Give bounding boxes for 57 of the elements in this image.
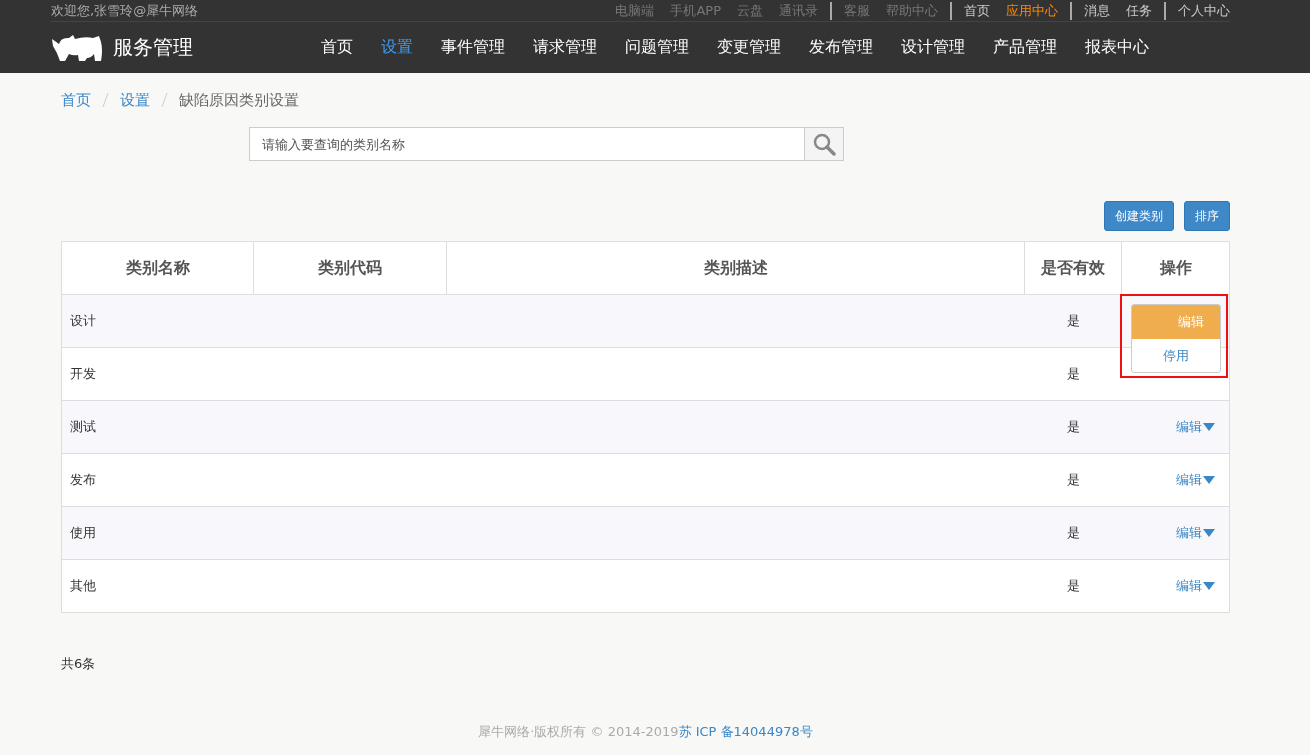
breadcrumb-current: 缺陷原因类别设置 — [179, 90, 299, 110]
top-link[interactable]: 首页 — [964, 1, 990, 20]
table-cell: 是 — [1024, 400, 1122, 454]
breadcrumb-link[interactable]: 设置 — [120, 90, 150, 110]
table-cell: 使用 — [61, 506, 254, 560]
nav-tab[interactable]: 发布管理 — [795, 37, 887, 58]
action-button[interactable]: 排序 — [1184, 201, 1230, 231]
table-cell: 其他 — [61, 559, 254, 613]
nav-tab[interactable]: 变更管理 — [703, 37, 795, 58]
breadcrumb-link[interactable]: 首页 — [61, 90, 91, 110]
nav-tab[interactable]: 首页 — [307, 37, 367, 58]
edit-dropdown-link[interactable]: 编辑 — [1176, 524, 1215, 542]
top-link[interactable]: 电脑端 — [615, 1, 655, 20]
copyright-text: 犀牛网络·版权所有 © 2014-2019 — [478, 724, 679, 739]
table-cell: 设计 — [61, 294, 254, 348]
caret-icon — [1203, 423, 1215, 431]
nav-tab[interactable]: 设计管理 — [887, 37, 979, 58]
top-link[interactable]: 消息 — [1084, 1, 1110, 20]
nav-tab[interactable]: 请求管理 — [519, 37, 611, 58]
table-cell: 测试 — [61, 400, 254, 454]
top-link[interactable]: 个人中心 — [1178, 1, 1230, 20]
table-cell: 是 — [1024, 506, 1122, 560]
edit-dropdown-link[interactable]: 编辑 — [1176, 471, 1215, 489]
menu-item[interactable]: 停用 — [1131, 339, 1220, 372]
welcome-text: 欢迎您,张雪玲@犀牛网络 — [51, 1, 199, 20]
column-header: 是否有效 — [1024, 241, 1122, 295]
rhino-logo-icon — [51, 33, 103, 62]
caret-icon — [1203, 476, 1215, 484]
column-header: 类别代码 — [253, 241, 447, 295]
nav-tab[interactable]: 报表中心 — [1071, 37, 1163, 58]
edit-dropdown-link[interactable]: 编辑 — [1176, 577, 1215, 595]
column-header: 类别描述 — [446, 241, 1025, 295]
table-cell: 是 — [1024, 559, 1122, 613]
search-button[interactable] — [805, 127, 844, 161]
edit-dropdown-link[interactable]: 编辑 — [1176, 418, 1215, 436]
brand-name: 服务管理 — [113, 34, 193, 61]
top-link[interactable]: 云盘 — [737, 1, 763, 20]
icp-link[interactable]: 苏 ICP 备14044978号 — [678, 724, 813, 739]
nav-tab[interactable]: 产品管理 — [979, 37, 1071, 58]
top-link[interactable]: 通讯录 — [779, 1, 818, 20]
caret-icon — [1203, 582, 1215, 590]
action-button[interactable]: 创建类别 — [1104, 201, 1174, 231]
nav-tab[interactable]: 事件管理 — [427, 37, 519, 58]
search-field[interactable]: 请输入要查询的类别名称 — [249, 127, 805, 161]
top-link[interactable]: 手机APP — [670, 1, 721, 20]
caret-icon — [1203, 529, 1215, 537]
column-header: 类别名称 — [61, 241, 254, 295]
nav-tab[interactable]: 问题管理 — [611, 37, 703, 58]
total-count: 共6条 — [61, 655, 97, 673]
nav-tab[interactable]: 设置 — [367, 37, 427, 58]
top-link[interactable]: 客服 — [844, 1, 870, 20]
column-header: 操作 — [1121, 241, 1230, 295]
top-link[interactable]: 任务 — [1126, 1, 1152, 20]
top-link[interactable]: 帮助中心 — [886, 1, 938, 20]
search-icon — [812, 132, 836, 156]
top-link[interactable]: 应用中心 — [1006, 1, 1058, 20]
table-cell: 是 — [1024, 294, 1122, 348]
